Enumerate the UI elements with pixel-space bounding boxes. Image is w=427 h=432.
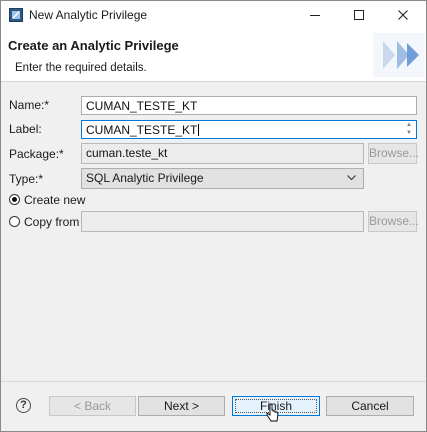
maximize-button[interactable] — [337, 1, 381, 29]
spinner-down-icon[interactable]: ▼ — [404, 130, 414, 137]
package-input-value: cuman.teste_kt — [86, 146, 168, 160]
close-icon — [398, 10, 408, 20]
package-label: Package:* — [9, 147, 64, 161]
page-title: Create an Analytic Privilege — [8, 38, 179, 53]
label-input[interactable]: CUMAN_TESTE_KT ▲ ▼ — [81, 120, 417, 139]
package-browse-button[interactable]: Browse... — [368, 143, 419, 164]
minimize-button[interactable] — [293, 1, 337, 29]
package-input[interactable]: cuman.teste_kt — [81, 143, 364, 164]
dialog-window: New Analytic Privilege Create an Analyti… — [0, 0, 427, 432]
name-input-value: CUMAN_TESTE_KT — [86, 99, 198, 113]
type-select-value: SQL Analytic Privilege — [86, 171, 204, 185]
copy-from-label[interactable]: Copy from — [24, 215, 79, 229]
create-new-label[interactable]: Create new — [24, 193, 85, 207]
back-button[interactable]: < Back — [49, 396, 136, 416]
help-icon[interactable]: ? — [16, 398, 31, 413]
page-subtitle: Enter the required details. — [15, 62, 147, 74]
wizard-banner: Create an Analytic Privilege Enter the r… — [1, 29, 426, 82]
app-icon — [9, 8, 23, 22]
wizard-banner-icon — [373, 33, 425, 77]
maximize-icon — [354, 10, 364, 20]
name-label: Name:* — [9, 98, 50, 112]
mouse-cursor-icon — [266, 403, 279, 422]
window-title: New Analytic Privilege — [29, 8, 148, 22]
footer-divider — [1, 381, 426, 382]
copy-from-radio[interactable] — [9, 216, 20, 227]
name-input[interactable]: CUMAN_TESTE_KT — [81, 96, 417, 115]
next-button[interactable]: Next > — [138, 396, 225, 416]
chevron-down-icon — [347, 175, 356, 181]
text-caret — [198, 124, 200, 136]
create-new-radio[interactable] — [9, 194, 20, 205]
label-label: Label: — [9, 122, 42, 136]
type-label: Type:* — [9, 172, 44, 186]
cancel-button[interactable]: Cancel — [326, 396, 414, 416]
copy-from-input[interactable] — [81, 211, 364, 232]
label-input-value: CUMAN_TESTE_KT — [86, 123, 198, 137]
spinner-up-icon[interactable]: ▲ — [404, 122, 414, 129]
copy-from-browse-button[interactable]: Browse... — [368, 211, 419, 232]
type-select[interactable]: SQL Analytic Privilege — [81, 168, 364, 189]
close-button[interactable] — [381, 1, 425, 29]
label-spinner[interactable]: ▲ ▼ — [404, 122, 414, 137]
minimize-icon — [310, 15, 320, 16]
title-bar[interactable]: New Analytic Privilege — [1, 1, 426, 29]
